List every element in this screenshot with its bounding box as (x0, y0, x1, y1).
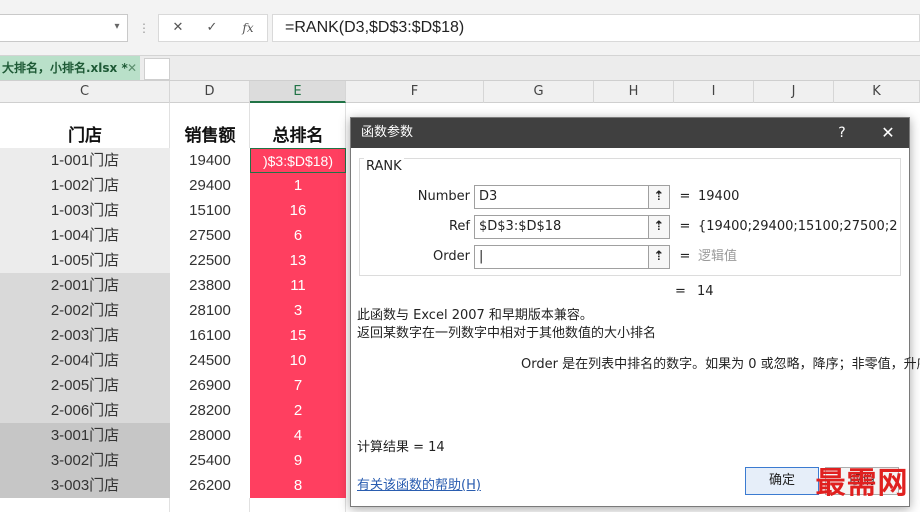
name-box[interactable] (0, 14, 128, 42)
cancel-icon[interactable]: ✕ (163, 15, 193, 41)
store-cell[interactable]: 2-004门店 (0, 348, 170, 373)
store-cell[interactable]: 3-001门店 (0, 423, 170, 448)
sales-cell[interactable]: 26900 (170, 373, 250, 398)
sales-cell[interactable]: 16100 (170, 323, 250, 348)
confirm-icon[interactable]: ✓ (197, 15, 227, 41)
column-header-k[interactable]: K (834, 81, 920, 103)
sales-cell[interactable]: 19400 (170, 148, 250, 173)
store-cell[interactable]: 2-003门店 (0, 323, 170, 348)
store-cell[interactable]: 1-004门店 (0, 223, 170, 248)
formula-input[interactable]: =RANK(D3,$D$3:$D$18) (272, 14, 920, 42)
rank-cell[interactable]: 15 (250, 323, 346, 348)
workbook-tab-bar: 大排名，小排名.xlsx * ✕ (0, 56, 920, 81)
collapse-dialog-icon[interactable]: ⇡ (648, 215, 670, 239)
arg-input-ref[interactable]: $D$3:$D$18 (474, 215, 668, 239)
collapse-dialog-icon[interactable]: ⇡ (648, 185, 670, 209)
rank-cell[interactable]: 7 (250, 373, 346, 398)
rank-cell[interactable]: 13 (250, 248, 346, 273)
store-cell[interactable]: 3-003门店 (0, 473, 170, 498)
store-cell[interactable]: 1-001门店 (0, 148, 170, 173)
function-argument-group: RANK Number D3 ⇡ = 19400 Ref $D$3:$D$18 … (359, 158, 901, 276)
help-link-text[interactable]: 有关该函数的帮助(H) (357, 478, 481, 493)
column-header-e[interactable]: E (250, 81, 346, 103)
dialog-title-bar[interactable]: 函数参数 ? ✕ (351, 118, 909, 148)
calculation-result: 计算结果 = 14 (357, 440, 445, 455)
arg-equals: = (679, 249, 691, 264)
workbook-tab-label: 大排名，小排名.xlsx * (2, 61, 128, 75)
function-compat-note: 此函数与 Excel 2007 和早期版本兼容。 (357, 308, 593, 323)
sales-cell[interactable]: 29400 (170, 173, 250, 198)
rank-cell[interactable]: 2 (250, 398, 346, 423)
formula-bar-buttons: ✕ ✓ fx (158, 14, 268, 42)
store-cell[interactable]: 2-006门店 (0, 398, 170, 423)
close-tab-icon[interactable]: ✕ (124, 56, 140, 80)
arg-equals: = (679, 189, 691, 204)
arg-label-number: Number (417, 189, 470, 204)
formula-bar-grip-icon: ⋮ (138, 21, 150, 35)
insert-function-icon[interactable]: fx (233, 15, 263, 41)
collapse-dialog-icon[interactable]: ⇡ (648, 245, 670, 269)
arg-result-ref: {19400;29400;15100;27500;2250... (698, 219, 898, 234)
function-help-link[interactable]: 有关该函数的帮助(H) (357, 474, 481, 493)
arg-result-order: 逻辑值 (698, 249, 738, 264)
workbook-tab[interactable]: 大排名，小排名.xlsx * (0, 56, 140, 80)
argument-description: Order 是在列表中排名的数字。如果为 0 或忽略，降序；非零值，升序 (521, 357, 920, 372)
rank-cell[interactable]: 9 (250, 448, 346, 473)
arg-equals: = (679, 219, 691, 234)
sales-cell[interactable]: 27500 (170, 223, 250, 248)
new-tab-button[interactable] (144, 58, 170, 80)
dialog-title: 函数参数 (361, 125, 414, 140)
column-header-c[interactable]: C (0, 81, 170, 103)
store-cell[interactable]: 1-002门店 (0, 173, 170, 198)
rank-cell[interactable]: 6 (250, 223, 346, 248)
overall-result-equals: = (675, 284, 686, 299)
sales-cell[interactable]: 23800 (170, 273, 250, 298)
column-header-g[interactable]: G (484, 81, 594, 103)
sales-cell[interactable]: 28000 (170, 423, 250, 448)
store-cell[interactable]: 2-005门店 (0, 373, 170, 398)
help-icon[interactable]: ? (827, 118, 857, 148)
store-cell[interactable]: 1-005门店 (0, 248, 170, 273)
rank-cell[interactable]: 1 (250, 173, 346, 198)
function-name: RANK (364, 158, 404, 176)
column-header-row: C D E F G H I J K (0, 81, 920, 103)
overall-result-value: 14 (697, 284, 714, 299)
formula-bar: ▾ ⋮ ✕ ✓ fx =RANK(D3,$D$3:$D$18) (0, 0, 920, 56)
store-cell[interactable]: 3-002门店 (0, 448, 170, 473)
store-cell[interactable]: 2-001门店 (0, 273, 170, 298)
rank-cell[interactable]: 3 (250, 298, 346, 323)
column-header-i[interactable]: I (674, 81, 754, 103)
sales-cell[interactable]: 28100 (170, 298, 250, 323)
sales-cell[interactable]: 28200 (170, 398, 250, 423)
sales-cell[interactable]: 25400 (170, 448, 250, 473)
rank-cell[interactable]: 4 (250, 423, 346, 448)
column-header-d[interactable]: D (170, 81, 250, 103)
watermark-logo: 最需网 (815, 466, 909, 501)
arg-result-number: 19400 (698, 189, 740, 204)
store-cell[interactable]: 2-002门店 (0, 298, 170, 323)
arg-label-ref: Ref (448, 219, 470, 234)
function-description: 返回某数字在一列数字中相对于其他数值的大小排名 (357, 326, 657, 341)
sales-cell[interactable]: 15100 (170, 198, 250, 223)
name-box-dropdown-icon[interactable]: ▾ (110, 19, 124, 35)
rank-cell-editing[interactable]: )$3:$D$18) (250, 148, 346, 173)
close-icon[interactable]: ✕ (871, 118, 905, 148)
sales-cell[interactable]: 22500 (170, 248, 250, 273)
column-header-j[interactable]: J (754, 81, 834, 103)
arg-input-order[interactable]: | (474, 245, 668, 269)
arg-input-number[interactable]: D3 (474, 185, 668, 209)
rank-cell[interactable]: 8 (250, 473, 346, 498)
sales-cell[interactable]: 26200 (170, 473, 250, 498)
arg-label-order: Order (433, 249, 470, 264)
column-header-f[interactable]: F (346, 81, 484, 103)
sales-cell[interactable]: 24500 (170, 348, 250, 373)
rank-cell[interactable]: 16 (250, 198, 346, 223)
function-arguments-dialog: 函数参数 ? ✕ RANK Number D3 ⇡ = 19400 Ref $D… (350, 117, 920, 507)
rank-cell[interactable]: 11 (250, 273, 346, 298)
column-header-h[interactable]: H (594, 81, 674, 103)
store-cell[interactable]: 1-003门店 (0, 198, 170, 223)
rank-cell[interactable]: 10 (250, 348, 346, 373)
